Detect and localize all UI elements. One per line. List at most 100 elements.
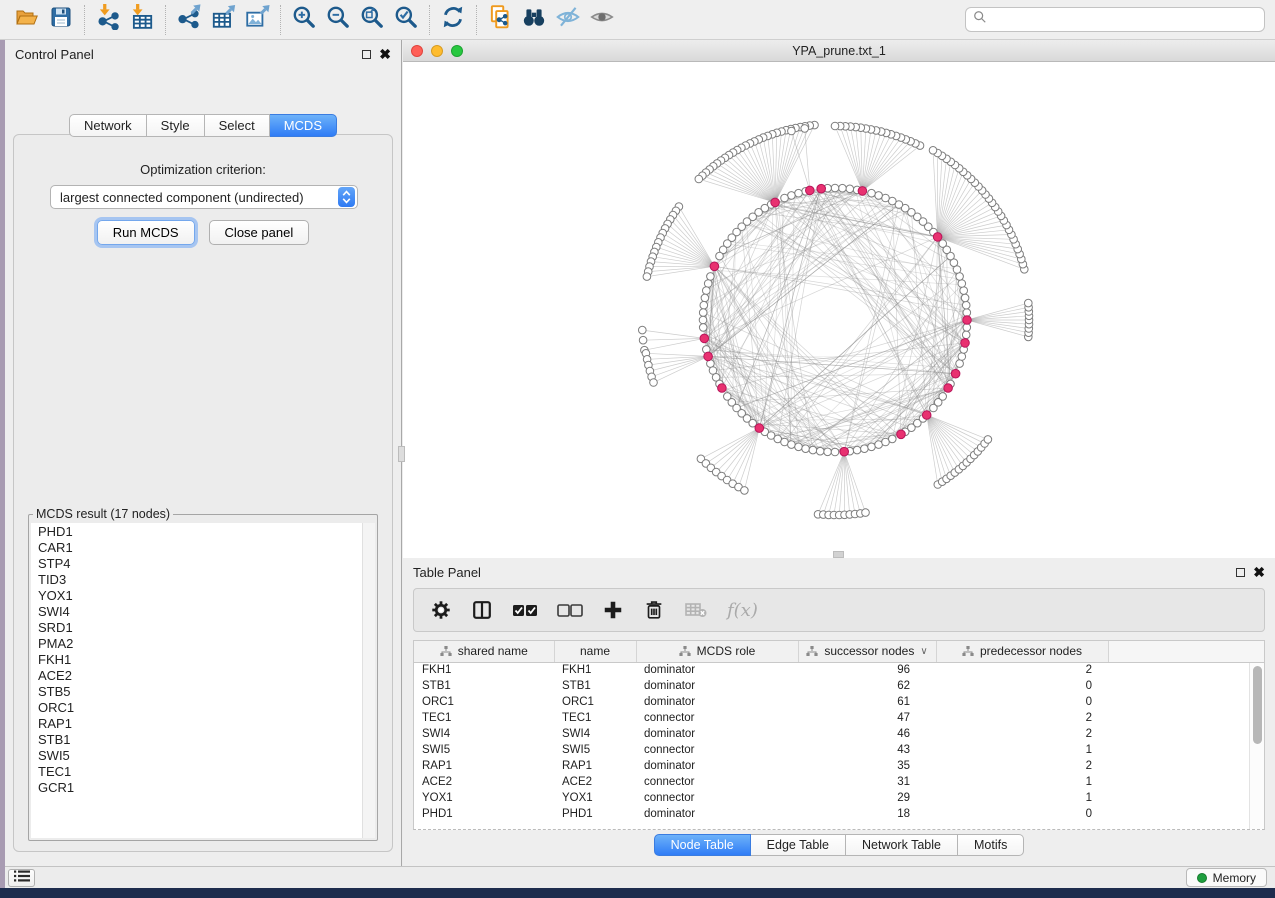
mcds-result-item[interactable]: ACE2 — [38, 668, 375, 684]
mcds-result-box: MCDS result (17 nodes) PHD1CAR1STP4TID3Y… — [28, 507, 378, 841]
close-panel-icon[interactable]: ✖ — [379, 50, 391, 59]
task-history-button[interactable] — [8, 869, 35, 887]
float-panel-icon[interactable] — [1236, 568, 1245, 577]
tab-motifs[interactable]: Motifs — [958, 834, 1024, 856]
table-row[interactable]: TEC1TEC1connector472 — [414, 710, 1264, 726]
mcds-list-scrollbar[interactable] — [362, 523, 375, 838]
save-session-button[interactable] — [44, 4, 78, 36]
table-row[interactable]: STB1STB1dominator620 — [414, 678, 1264, 694]
float-panel-icon[interactable] — [362, 50, 371, 59]
vertical-splitter-handle[interactable] — [398, 446, 405, 462]
search-field[interactable] — [965, 7, 1265, 32]
function-builder-icon[interactable]: f(x) — [727, 600, 758, 621]
mcds-result-item[interactable]: CAR1 — [38, 540, 375, 556]
column-header-MCDS-role[interactable]: MCDS role — [636, 641, 798, 662]
import-network-button[interactable] — [91, 4, 125, 36]
import-table-button[interactable] — [125, 4, 159, 36]
show-all-button[interactable] — [585, 4, 619, 36]
export-network-button[interactable] — [172, 4, 206, 36]
toolbar-separator — [165, 5, 166, 35]
table-scrollbar[interactable] — [1249, 663, 1264, 829]
table-row[interactable]: SWI5SWI5connector431 — [414, 742, 1264, 758]
column-header-successor-nodes[interactable]: successor nodes∨ — [798, 641, 936, 662]
table-row[interactable]: ACE2ACE2connector311 — [414, 774, 1264, 790]
mcds-result-item[interactable]: SRD1 — [38, 620, 375, 636]
mcds-result-item[interactable]: GCR1 — [38, 780, 375, 796]
zoom-out-icon — [325, 4, 351, 35]
column-header-name[interactable]: name — [554, 641, 636, 662]
refresh-layout-button[interactable] — [436, 4, 470, 36]
tab-network[interactable]: Network — [69, 114, 147, 137]
table-row[interactable]: FKH1FKH1dominator962 — [414, 662, 1264, 678]
column-header-shared-name[interactable]: shared name — [414, 641, 554, 662]
search-icon — [973, 10, 987, 29]
tab-select[interactable]: Select — [205, 114, 270, 137]
delete-column-icon[interactable] — [643, 599, 665, 621]
table-row[interactable]: YOX1YOX1connector291 — [414, 790, 1264, 806]
clone-network-button[interactable] — [483, 4, 517, 36]
network-canvas[interactable] — [403, 62, 1275, 558]
mcds-result-item[interactable]: TEC1 — [38, 764, 375, 780]
export-image-button[interactable] — [240, 4, 274, 36]
tab-mcds[interactable]: MCDS — [270, 114, 337, 137]
mcds-result-item[interactable]: SWI5 — [38, 748, 375, 764]
network-file-icon — [487, 4, 513, 35]
toolbar-separator — [280, 5, 281, 35]
split-panes-icon[interactable] — [471, 599, 493, 621]
tab-network-table[interactable]: Network Table — [846, 834, 958, 856]
binoculars-icon — [520, 4, 548, 35]
table-cell: FKH1 — [414, 662, 554, 678]
table-scrollbar-thumb[interactable] — [1253, 666, 1262, 744]
table-cell: YOX1 — [554, 790, 636, 806]
table-cell: 1 — [936, 774, 1108, 790]
list-icon — [14, 869, 30, 887]
select-all-checkboxes-icon[interactable] — [512, 602, 538, 618]
delete-table-icon[interactable] — [684, 600, 708, 620]
table-row[interactable]: ORC1ORC1dominator610 — [414, 694, 1264, 710]
mcds-result-item[interactable]: SWI4 — [38, 604, 375, 620]
deselect-all-checkboxes-icon[interactable] — [557, 602, 583, 618]
mcds-result-item[interactable]: TID3 — [38, 572, 375, 588]
mcds-result-item[interactable]: ORC1 — [38, 700, 375, 716]
import-network-icon — [95, 4, 121, 35]
table-cell: 1 — [936, 742, 1108, 758]
mcds-result-item[interactable]: PHD1 — [38, 524, 375, 540]
search-input[interactable] — [987, 13, 1257, 27]
table-cell: 35 — [798, 758, 936, 774]
horizontal-splitter-handle[interactable] — [833, 551, 844, 558]
mcds-result-item[interactable]: STB1 — [38, 732, 375, 748]
mcds-result-item[interactable]: YOX1 — [38, 588, 375, 604]
tab-node-table[interactable]: Node Table — [654, 834, 751, 856]
desktop-background-left — [0, 40, 5, 888]
mcds-result-item[interactable]: RAP1 — [38, 716, 375, 732]
network-window-titlebar[interactable]: YPA_prune.txt_1 — [403, 40, 1275, 62]
tab-edge-table[interactable]: Edge Table — [751, 834, 846, 856]
zoom-fit-button[interactable] — [355, 4, 389, 36]
export-table-button[interactable] — [206, 4, 240, 36]
settings-gear-icon[interactable] — [430, 599, 452, 621]
zoom-selected-button[interactable] — [389, 4, 423, 36]
mcds-result-item[interactable]: PMA2 — [38, 636, 375, 652]
open-session-button[interactable] — [10, 4, 44, 36]
add-column-icon[interactable] — [602, 599, 624, 621]
zoom-in-button[interactable] — [287, 4, 321, 36]
desktop-background-bottom — [0, 888, 1275, 898]
column-type-icon — [679, 645, 691, 657]
run-mcds-button[interactable]: Run MCDS — [97, 220, 195, 245]
hide-selected-button[interactable] — [551, 4, 585, 36]
memory-button[interactable]: Memory — [1186, 868, 1267, 887]
tab-style[interactable]: Style — [147, 114, 205, 137]
close-panel-icon[interactable]: ✖ — [1253, 568, 1265, 577]
find-button[interactable] — [517, 4, 551, 36]
table-row[interactable]: PHD1PHD1dominator180 — [414, 806, 1264, 822]
mcds-result-item[interactable]: FKH1 — [38, 652, 375, 668]
mcds-result-item[interactable]: STP4 — [38, 556, 375, 572]
close-panel-button[interactable]: Close panel — [209, 220, 310, 245]
mcds-result-item[interactable]: STB5 — [38, 684, 375, 700]
memory-button-label: Memory — [1213, 871, 1256, 885]
column-header-predecessor-nodes[interactable]: predecessor nodes — [936, 641, 1108, 662]
zoom-out-button[interactable] — [321, 4, 355, 36]
table-row[interactable]: SWI4SWI4dominator462 — [414, 726, 1264, 742]
table-row[interactable]: RAP1RAP1dominator352 — [414, 758, 1264, 774]
criterion-select[interactable]: largest connected component (undirected) — [50, 185, 358, 209]
